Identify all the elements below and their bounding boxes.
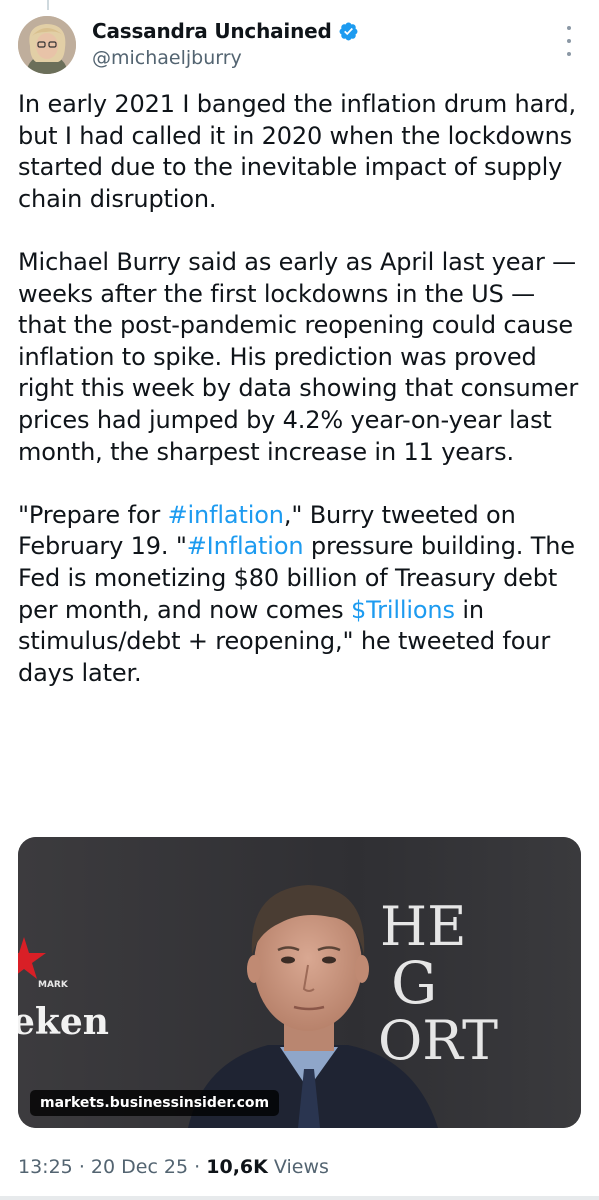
divider xyxy=(0,1196,599,1200)
thread-connector-line xyxy=(47,0,49,10)
more-options-icon[interactable] xyxy=(562,26,576,56)
views-count[interactable]: 10,6K xyxy=(206,1156,268,1178)
separator: · xyxy=(194,1156,201,1178)
backdrop-text-right-3: ORT xyxy=(378,1009,498,1072)
hashtag-link[interactable]: #inflation xyxy=(168,501,284,529)
avatar-image xyxy=(18,16,76,74)
text-segment: "Prepare for xyxy=(18,500,168,529)
author-name-row: Cassandra Unchained xyxy=(92,18,359,44)
more-dot xyxy=(567,39,571,43)
backdrop-text-small: MARK xyxy=(38,980,69,990)
tweet-text: In early 2021 I banged the inflation dru… xyxy=(18,89,584,689)
photo-illustration: MARK eken HE G ORT xyxy=(18,837,581,1128)
backdrop-text-right-2: G xyxy=(391,949,437,1017)
hashtag-link[interactable]: #Inflation xyxy=(187,532,304,560)
more-dot xyxy=(567,26,571,30)
tweet-paragraph-2: Michael Burry said as early as April las… xyxy=(18,247,579,466)
display-name[interactable]: Cassandra Unchained xyxy=(92,18,332,44)
tweet-time[interactable]: 13:25 xyxy=(18,1156,73,1178)
cashtag-link[interactable]: $Trillions xyxy=(351,596,455,624)
tweet-image[interactable]: MARK eken HE G ORT markets.businessinsid… xyxy=(18,837,581,1128)
tweet-paragraph-3: "Prepare for #inflation," Burry tweeted … xyxy=(18,500,584,690)
tweet-metadata: 13:25 · 20 Dec 25 · 10,6K Views xyxy=(18,1154,329,1180)
separator: · xyxy=(78,1156,85,1178)
backdrop-text-left: eken xyxy=(18,1001,109,1043)
author-handle[interactable]: @michaeljburry xyxy=(92,45,242,71)
tweet-paragraph-1: In early 2021 I banged the inflation dru… xyxy=(18,90,577,213)
tweet-date[interactable]: 20 Dec 25 xyxy=(91,1156,188,1178)
more-dot xyxy=(567,52,571,56)
avatar[interactable] xyxy=(18,16,76,74)
verified-badge-icon[interactable] xyxy=(338,21,359,42)
media-source-label[interactable]: markets.businessinsider.com xyxy=(30,1090,280,1116)
views-label: Views xyxy=(273,1156,329,1178)
